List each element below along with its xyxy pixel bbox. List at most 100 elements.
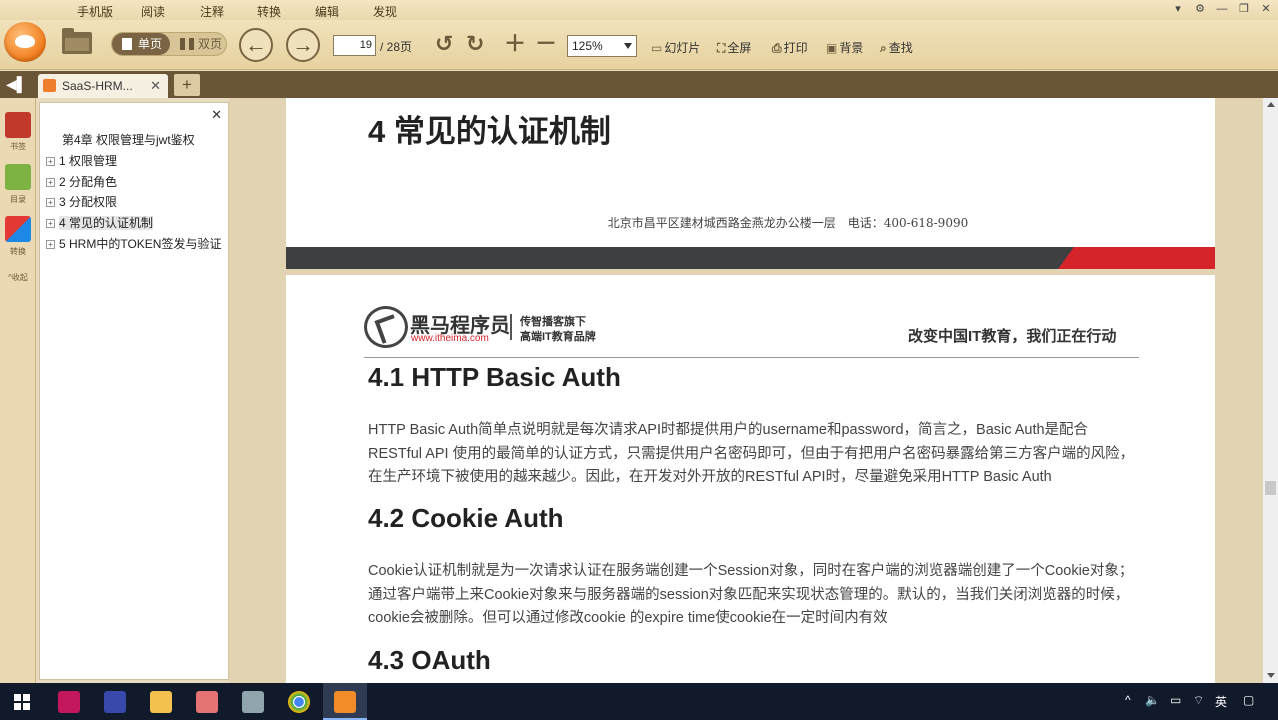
taskbar-app-explorer[interactable] [139, 683, 183, 720]
app-logo-icon[interactable] [4, 22, 46, 62]
section-heading: 4.1 HTTP Basic Auth [368, 362, 621, 392]
document-view: 4 常见的认证机制 北京市昌平区建材城西路金燕龙办公楼一层 电话：400-618… [286, 98, 1215, 683]
expand-icon[interactable]: + [46, 157, 55, 166]
zoom-value: 125% [572, 39, 603, 53]
scroll-thumb[interactable] [1265, 481, 1276, 495]
editor-icon [104, 691, 126, 713]
scroll-down-icon[interactable] [1267, 673, 1275, 678]
menu-mobile[interactable]: 手机版 [77, 3, 113, 20]
tray-chevron-icon[interactable]: ^ [1125, 693, 1131, 707]
outline-item[interactable]: +2 分配角色 [46, 173, 117, 190]
outline-item[interactable]: +1 权限管理 [46, 152, 117, 169]
chapter-heading: 4 常见的认证机制 [368, 114, 611, 149]
bookmarks-icon[interactable] [5, 112, 31, 138]
taskbar-app-chrome[interactable] [277, 683, 321, 720]
brand-tagline: 传智播客旗下 [520, 316, 586, 328]
double-page-button[interactable]: 双页 [172, 33, 228, 55]
taskbar-app-misc[interactable] [231, 683, 275, 720]
battery-icon[interactable]: ▭ [1170, 693, 1181, 707]
network-icon[interactable]: ⌔ [1193, 693, 1204, 708]
close-button[interactable]: ✕ [1258, 2, 1274, 16]
find-button[interactable]: ⌕ 查找 [880, 39, 913, 56]
outline-icon[interactable] [5, 164, 31, 190]
tab-document[interactable]: SaaS-HRM... ✕ [38, 74, 168, 98]
new-tab-button[interactable]: + [174, 74, 200, 96]
single-page-icon [122, 38, 132, 50]
outline-item[interactable]: 第4章 权限管理与jwt鉴权 [62, 131, 195, 148]
zoom-out-icon[interactable]: － [535, 33, 557, 55]
outline-item-selected[interactable]: +4 常见的认证机制 [46, 214, 154, 231]
print-label: 打印 [783, 41, 808, 55]
expand-icon[interactable]: + [46, 240, 55, 249]
dropdown-icon[interactable]: ▾ [1170, 2, 1186, 16]
menu-annotate[interactable]: 注释 [200, 3, 224, 20]
page-number-input[interactable]: 19 [333, 35, 376, 56]
rotate-right-icon[interactable]: ↻ [466, 33, 484, 55]
zoom-select[interactable]: 125% [567, 35, 637, 57]
expand-icon[interactable]: + [46, 219, 55, 228]
tab-bar: ◀▌ SaaS-HRM... ✕ + [0, 71, 1278, 98]
single-page-button[interactable]: 单页 [112, 33, 170, 55]
expand-icon[interactable]: + [46, 178, 55, 187]
windows-start-icon[interactable] [14, 694, 30, 710]
convert-icon[interactable] [5, 216, 31, 242]
taskbar-app-reader[interactable] [323, 683, 367, 720]
outline-item[interactable]: +3 分配权限 [46, 193, 117, 210]
find-label: 查找 [888, 41, 913, 55]
input-language[interactable]: 英 [1215, 693, 1227, 710]
outline-item-label: 1 权限管理 [59, 154, 118, 168]
outline-item-label: 5 HRM中的TOKEN签发与验证 [59, 237, 222, 251]
collapse-panel-icon[interactable]: ◀▌ [6, 76, 27, 93]
rotate-left-icon[interactable]: ↺ [435, 33, 453, 55]
background-button[interactable]: ▣ 背景 [826, 39, 863, 56]
vertical-scrollbar[interactable] [1263, 98, 1278, 683]
next-page-button[interactable]: → [286, 28, 320, 62]
view-mode-toggle: 单页 双页 [111, 32, 227, 56]
expand-icon[interactable]: + [46, 198, 55, 207]
scroll-up-icon[interactable] [1267, 102, 1275, 107]
brand-slogan: 改变中国IT教育，我们正在行动 [908, 328, 1117, 345]
settings-icon[interactable]: ⚙ [1192, 2, 1208, 16]
print-icon: ⎙ [772, 41, 782, 55]
brand-tagline: 高端IT教育品牌 [520, 331, 596, 343]
app-icon [242, 691, 264, 713]
outline-item-label: 第4章 权限管理与jwt鉴权 [62, 133, 195, 147]
header-rule [364, 357, 1139, 358]
outline-item[interactable]: +5 HRM中的TOKEN签发与验证 [46, 235, 221, 252]
right-gutter [1215, 98, 1263, 683]
prev-page-button[interactable]: ← [239, 28, 273, 62]
taskbar-app-editor[interactable] [93, 683, 137, 720]
side-icon-strip: 书签 目录 转换 ^收起 [0, 98, 36, 683]
open-folder-icon[interactable] [62, 28, 92, 54]
collapse-label[interactable]: ^收起 [0, 272, 36, 283]
close-icon[interactable]: ✕ [211, 107, 222, 123]
menu-read[interactable]: 阅读 [141, 3, 165, 20]
brand-logo-icon [364, 306, 408, 348]
menu-edit[interactable]: 编辑 [315, 3, 339, 20]
page-footer-address: 北京市昌平区建材城西路金燕龙办公楼一层 电话：400-618-9090 [607, 216, 969, 230]
tools-icon [196, 691, 218, 713]
menu-bar: 手机版 阅读 注释 转换 编辑 发现 ▾ ⚙ — ❐ ✕ [0, 0, 1278, 20]
page-total: / 28页 [380, 40, 413, 54]
menu-convert[interactable]: 转换 [257, 3, 281, 20]
toolbar: 单页 双页 ← → 19 / 28页 ↺ ↻ ＋ － 125% ▭ 幻灯片 ⛶ 全屏… [0, 20, 1278, 70]
reader-icon [334, 691, 356, 713]
double-page-icon [180, 38, 194, 50]
minimize-button[interactable]: — [1214, 2, 1230, 16]
print-button[interactable]: ⎙ 打印 [772, 39, 808, 56]
zoom-in-icon[interactable]: ＋ [504, 33, 526, 55]
fullscreen-button[interactable]: ⛶ 全屏 [717, 39, 751, 56]
menu-discover[interactable]: 发现 [373, 3, 397, 20]
slideshow-button[interactable]: ▭ 幻灯片 [651, 39, 700, 56]
page-break [286, 269, 1215, 275]
close-tab-icon[interactable]: ✕ [150, 78, 161, 94]
volume-icon[interactable]: 🔈 [1145, 693, 1160, 707]
taskbar-app-tools[interactable] [185, 683, 229, 720]
notifications-icon[interactable]: ▢ [1243, 693, 1254, 707]
section-heading: 4.3 OAuth [368, 645, 491, 675]
maximize-button[interactable]: ❐ [1236, 2, 1252, 16]
taskbar-app-intellij[interactable] [47, 683, 91, 720]
fullscreen-icon: ⛶ [717, 41, 726, 55]
outline-item-label: 4 常见的认证机制 [59, 216, 154, 230]
slideshow-icon: ▭ [651, 41, 663, 55]
